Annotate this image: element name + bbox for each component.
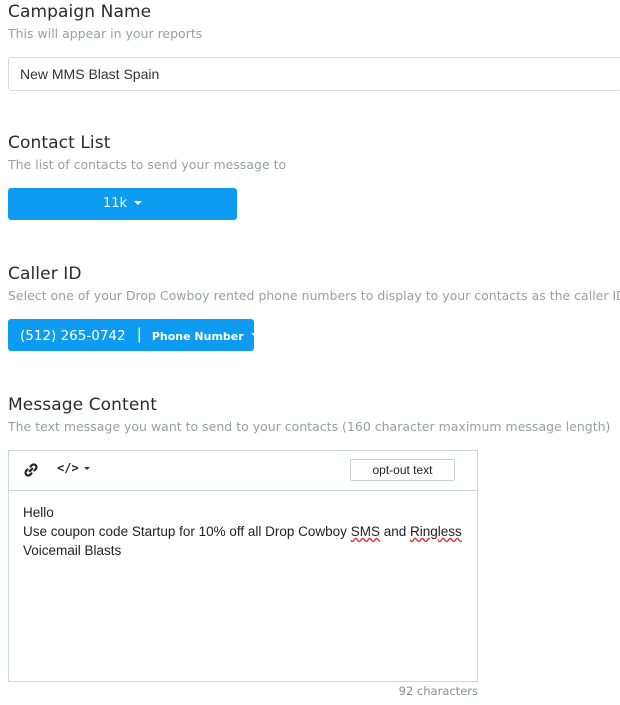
contact-list-subtitle: The list of contacts to send your messag… xyxy=(8,157,287,172)
message-content-section: Message Content The text message you wan… xyxy=(8,395,610,434)
caller-id-section: Caller ID Select one of your Drop Cowboy… xyxy=(8,264,620,303)
chevron-down-icon xyxy=(134,200,143,205)
message-content-title: Message Content xyxy=(8,395,158,415)
campaign-name-subtitle: This will appear in your reports xyxy=(8,26,203,41)
contact-list-title: Contact List xyxy=(8,133,111,153)
code-icon[interactable]: </> xyxy=(57,461,90,475)
campaign-name-title: Campaign Name xyxy=(8,2,152,22)
campaign-name-section: Campaign Name This will appear in your r… xyxy=(8,2,202,41)
chevron-down-icon xyxy=(83,467,90,470)
caller-id-separator: | xyxy=(136,325,142,343)
opt-out-text-button[interactable]: opt-out text xyxy=(350,459,455,481)
caller-id-dropdown[interactable]: (512) 265-0742 | Phone Number xyxy=(8,319,259,351)
contact-list-dropdown[interactable]: 11k xyxy=(8,188,237,220)
contact-list-section: Contact List The list of contacts to sen… xyxy=(8,133,286,172)
message-content-subtitle: The text message you want to send to you… xyxy=(8,419,611,434)
contact-list-value: 11k xyxy=(102,196,128,211)
campaign-name-input[interactable]: New MMS Blast Spain xyxy=(8,57,620,91)
caller-id-title: Caller ID xyxy=(8,264,82,284)
message-line-1: Hello xyxy=(23,505,54,520)
character-count: 92 characters xyxy=(398,684,478,698)
link-icon[interactable] xyxy=(23,462,39,483)
caller-id-subtitle: Select one of your Drop Cowboy rented ph… xyxy=(8,288,620,303)
editor-toolbar: </> opt-out text xyxy=(9,451,477,491)
chevron-down-icon xyxy=(250,332,259,337)
message-line-3: Voicemail Blasts xyxy=(23,543,122,558)
message-line-2: Use coupon code Startup for 10% off all … xyxy=(23,524,462,539)
message-textarea[interactable]: Hello Use coupon code Startup for 10% of… xyxy=(9,491,477,560)
caller-id-type: Phone Number xyxy=(151,330,244,343)
caller-id-number: (512) 265-0742 xyxy=(20,328,126,344)
message-editor: </> opt-out text Hello Use coupon code S… xyxy=(8,450,478,682)
